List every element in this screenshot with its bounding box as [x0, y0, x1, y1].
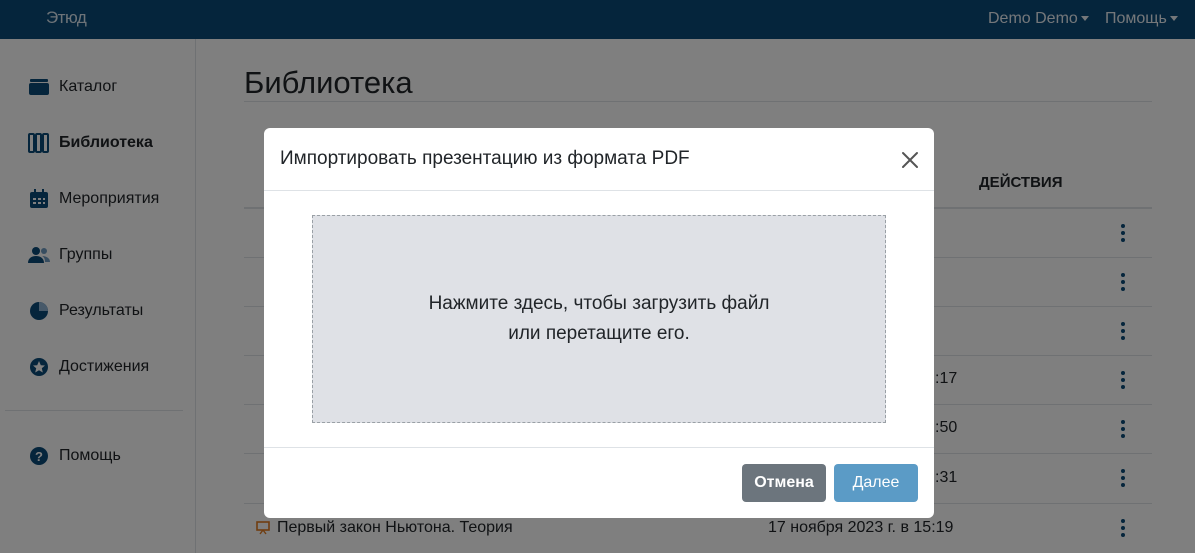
cancel-button[interactable]: Отмена — [742, 464, 826, 502]
modal-title: Импортировать презентацию из формата PDF — [280, 148, 690, 169]
modal-header: Импортировать презентацию из формата PDF — [264, 128, 934, 191]
dropzone-text-line2: или перетащите его. — [508, 323, 690, 344]
file-dropzone[interactable]: Нажмите здесь, чтобы загрузить файл или … — [312, 215, 886, 423]
modal-footer: Отмена Далее — [264, 447, 934, 518]
dropzone-text-line1: Нажмите здесь, чтобы загрузить файл — [428, 293, 770, 314]
close-icon[interactable] — [898, 148, 922, 172]
next-button[interactable]: Далее — [834, 464, 918, 502]
import-pdf-modal: Импортировать презентацию из формата PDF… — [264, 128, 934, 518]
